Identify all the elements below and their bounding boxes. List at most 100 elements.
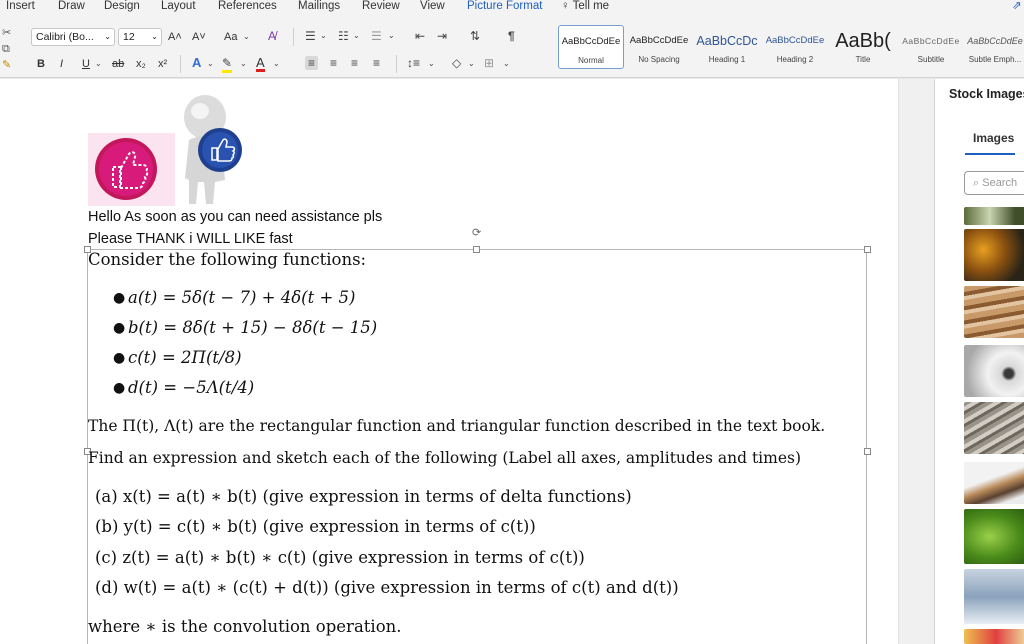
function-d: d(t) = −5Λ(t/4) bbox=[128, 378, 255, 397]
clear-formatting-icon[interactable]: A̸ bbox=[268, 29, 276, 43]
copy-icon[interactable]: ⧉ bbox=[2, 42, 10, 56]
question-para-2: Find an expression and sketch each of th… bbox=[88, 449, 802, 467]
tab-layout[interactable]: Layout bbox=[161, 0, 196, 16]
stock-image-thumb[interactable] bbox=[964, 207, 1024, 225]
highlighter-icon[interactable]: ✎ bbox=[222, 56, 233, 73]
subscript-button[interactable]: x₂ bbox=[136, 57, 146, 71]
stock-image-thumb[interactable] bbox=[964, 569, 1024, 624]
sort-icon[interactable]: ⇅ bbox=[470, 29, 480, 43]
tab-references[interactable]: References bbox=[218, 0, 277, 16]
thumbs-up-icon bbox=[88, 133, 175, 206]
vertical-scrollbar[interactable] bbox=[898, 79, 934, 644]
multilevel-list-icon[interactable]: ☰ bbox=[371, 29, 382, 43]
style-preview: AaBbCcDdEe bbox=[967, 36, 1023, 46]
bold-button[interactable]: B bbox=[37, 57, 45, 71]
home-ribbon: ✂ ⧉ ✎ Calibri (Bo... ⌄ 12 ⌄ A˄ A˅ Aa ⌄ A̸ … bbox=[0, 16, 1024, 78]
font-color-button[interactable]: A bbox=[256, 56, 265, 72]
tab-review[interactable]: Review bbox=[362, 0, 400, 16]
chevron-down-icon: ⌄ bbox=[207, 59, 214, 68]
style-heading-1[interactable]: AaBbCcDc Heading 1 bbox=[694, 25, 760, 69]
style-title[interactable]: AaBb( Title bbox=[830, 25, 896, 69]
align-center-icon[interactable]: ≡ bbox=[330, 56, 337, 70]
styles-gallery: AaBbCcDdEe Normal AaBbCcDdEe No Spacing … bbox=[558, 25, 1024, 69]
style-preview: AaBbCcDdEe bbox=[902, 36, 960, 46]
justify-icon[interactable]: ≡ bbox=[373, 56, 380, 70]
function-b: b(t) = 8δ(t + 15) − 8δ(t − 15) bbox=[128, 318, 378, 337]
text-effects-button[interactable]: A bbox=[192, 56, 201, 70]
chevron-down-icon: ⌄ bbox=[151, 32, 158, 41]
font-size-value: 12 bbox=[123, 31, 135, 43]
stock-search-input[interactable]: ⌕ Search bbox=[964, 171, 1024, 195]
chevron-down-icon: ⌄ bbox=[320, 31, 327, 40]
resize-handle[interactable] bbox=[864, 246, 871, 253]
align-right-icon[interactable]: ≡ bbox=[351, 56, 358, 70]
tab-insert[interactable]: Insert bbox=[6, 0, 35, 16]
bullet-icon: ● bbox=[113, 380, 126, 396]
stock-image-thumb[interactable] bbox=[964, 286, 1024, 338]
style-name: Heading 2 bbox=[776, 55, 814, 64]
increase-indent-icon[interactable]: ⇥ bbox=[437, 29, 447, 43]
resize-handle[interactable] bbox=[473, 246, 480, 253]
underline-button[interactable]: U bbox=[82, 57, 90, 71]
ribbon-tabs: Insert Draw Design Layout References Mai… bbox=[0, 0, 1024, 18]
cut-icon[interactable]: ✂ bbox=[2, 26, 11, 40]
bullet-icon: ● bbox=[113, 290, 126, 306]
align-left-icon[interactable]: ≡ bbox=[305, 56, 319, 70]
style-preview: AaBbCcDdEe bbox=[561, 36, 621, 47]
stock-image-thumb[interactable] bbox=[964, 509, 1024, 564]
ribbon-divider bbox=[396, 55, 397, 73]
numbering-icon[interactable]: ☷ bbox=[338, 29, 349, 43]
grow-font-button[interactable]: A˄ bbox=[168, 30, 182, 44]
style-normal[interactable]: AaBbCcDdEe Normal bbox=[558, 25, 624, 69]
search-icon: ⌕ bbox=[973, 177, 980, 189]
part-b: (b) y(t) = c(t) ∗ b(t) (give expression … bbox=[95, 517, 536, 536]
line-spacing-icon[interactable]: ↕≡ bbox=[407, 56, 420, 70]
format-painter-icon[interactable]: ✎ bbox=[2, 58, 11, 72]
bullets-icon[interactable]: ☰ bbox=[305, 29, 316, 43]
chevron-down-icon: ⌄ bbox=[503, 59, 510, 68]
chevron-down-icon: ⌄ bbox=[243, 32, 250, 41]
figure-thumbs-up-image[interactable] bbox=[175, 90, 250, 206]
style-name: Title bbox=[855, 55, 871, 64]
search-placeholder: Search bbox=[982, 177, 1018, 189]
tab-picture-format[interactable]: Picture Format bbox=[464, 0, 545, 18]
bullet-icon: ● bbox=[113, 350, 126, 366]
tab-mailings[interactable]: Mailings bbox=[298, 0, 340, 16]
style-subtitle[interactable]: AaBbCcDdEe Subtitle bbox=[898, 25, 964, 69]
tell-me[interactable]: ♀ Tell me bbox=[561, 0, 609, 16]
chevron-down-icon: ⌄ bbox=[353, 31, 360, 40]
font-name-select[interactable]: Calibri (Bo... ⌄ bbox=[31, 28, 115, 46]
pilcrow-icon[interactable]: ¶ bbox=[508, 29, 515, 43]
style-subtle-emphasis[interactable]: AaBbCcDdEe Subtle Emph... bbox=[966, 25, 1024, 69]
style-heading-2[interactable]: AaBbCcDdEe Heading 2 bbox=[762, 25, 828, 69]
tab-view[interactable]: View bbox=[420, 0, 445, 16]
style-preview: AaBbCcDc bbox=[696, 34, 758, 48]
change-case-button[interactable]: Aa bbox=[224, 30, 237, 44]
share-icon[interactable]: ⇗ bbox=[1012, 0, 1022, 16]
stock-image-thumb[interactable] bbox=[964, 345, 1024, 397]
italic-button[interactable]: I bbox=[60, 57, 63, 71]
shading-icon[interactable]: ◇ bbox=[452, 56, 461, 70]
tab-draw[interactable]: Draw bbox=[58, 0, 85, 16]
ribbon-divider bbox=[293, 28, 294, 46]
stock-image-thumb[interactable] bbox=[964, 402, 1024, 454]
doc-line-2: Please THANK i WILL LIKE fast bbox=[88, 231, 293, 247]
rotate-handle-icon[interactable]: ⟳ bbox=[472, 226, 481, 240]
borders-icon[interactable]: ⊞ bbox=[484, 56, 494, 70]
tab-images[interactable]: Images bbox=[973, 131, 1014, 145]
decrease-indent-icon[interactable]: ⇤ bbox=[415, 29, 425, 43]
font-size-select[interactable]: 12 ⌄ bbox=[118, 28, 162, 46]
resize-handle[interactable] bbox=[864, 448, 871, 455]
shrink-font-button[interactable]: A˅ bbox=[192, 30, 206, 44]
thumbs-up-image[interactable] bbox=[88, 133, 175, 206]
style-name: Heading 1 bbox=[708, 55, 746, 64]
stock-image-thumb[interactable] bbox=[964, 629, 1024, 644]
style-no-spacing[interactable]: AaBbCcDdEe No Spacing bbox=[626, 25, 692, 69]
tab-design[interactable]: Design bbox=[104, 0, 140, 16]
stock-image-thumb[interactable] bbox=[964, 229, 1024, 281]
style-name: Normal bbox=[578, 56, 604, 65]
stock-image-thumb[interactable] bbox=[964, 462, 1024, 504]
question-intro: Consider the following functions: bbox=[88, 250, 367, 269]
strikethrough-button[interactable]: ab bbox=[112, 57, 124, 71]
superscript-button[interactable]: x² bbox=[158, 57, 167, 71]
